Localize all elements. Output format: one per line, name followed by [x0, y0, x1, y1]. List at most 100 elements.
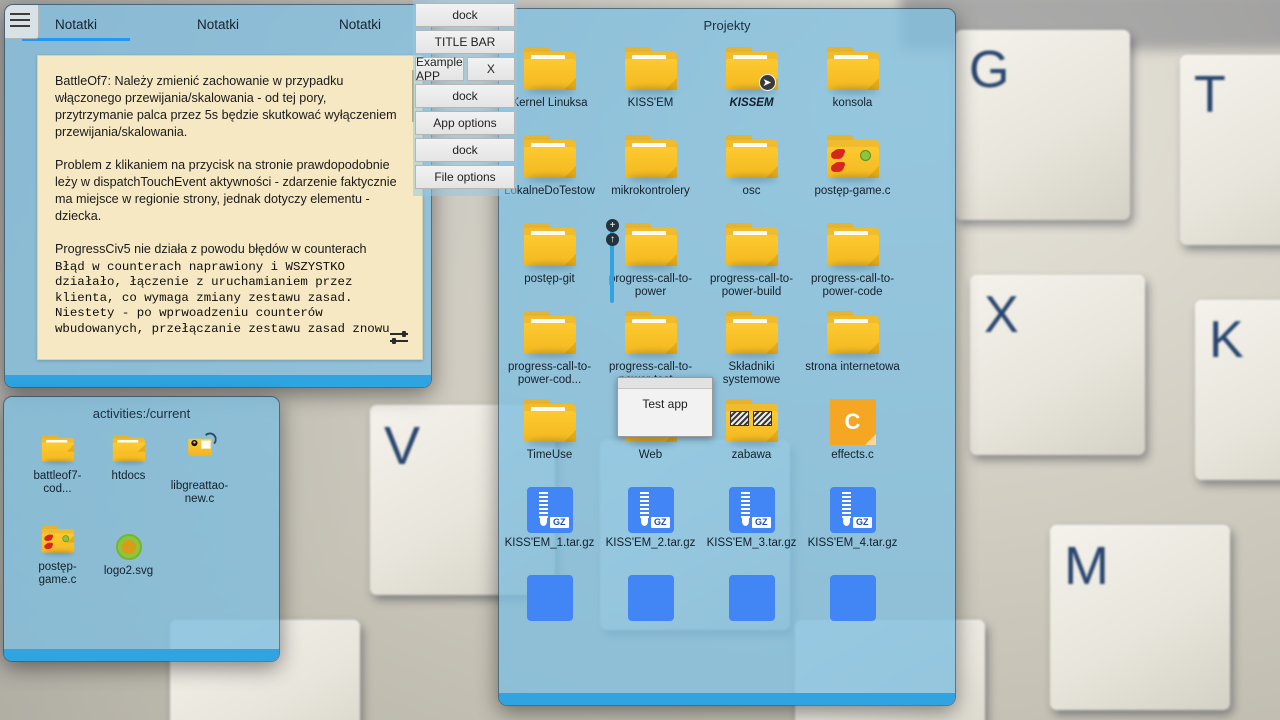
- archive-icon: [627, 575, 674, 621]
- hamburger-menu-icon[interactable]: [5, 5, 39, 39]
- file-item-kissem-1[interactable]: KISS'EM: [600, 41, 701, 129]
- file-grid-row: GZ KISS'EM_1.tar.gz GZ KISS'EM_2.tar.gz: [499, 481, 955, 569]
- file-options-button[interactable]: File options: [415, 165, 515, 189]
- file-item-kissem-1-targz[interactable]: GZ KISS'EM_1.tar.gz: [499, 481, 600, 569]
- test-app-titlebar[interactable]: [618, 378, 712, 389]
- test-app-window[interactable]: Test app: [617, 377, 713, 437]
- activities-window-title: activities:/current: [92, 406, 191, 421]
- file-label: strona internetowa: [805, 361, 900, 373]
- tab-notatki-3[interactable]: Notatki: [289, 17, 431, 41]
- file-item-zabawa[interactable]: zabawa: [701, 393, 802, 481]
- tab-label: Notatki: [338, 17, 382, 32]
- keyboard-key-m: M: [1050, 525, 1230, 710]
- file-label: logo2.svg: [103, 565, 154, 577]
- note-card[interactable]: BattleOf7: Należy zmienić zachowanie w p…: [37, 55, 423, 360]
- folder-icon: [522, 311, 578, 357]
- folder-icon: [111, 435, 146, 462]
- file-grid-row: Kernel Linuksa KISS'EM ➤ KISSEM konsola: [499, 41, 955, 129]
- file-grid-row: TimeUse Web zabawa C effects.c: [499, 393, 955, 481]
- file-label: progress-call-to-power-build: [709, 273, 794, 298]
- file-item-progress-call-to-power-cod[interactable]: progress-call-to-power-cod...: [499, 305, 600, 393]
- example-app-row: Example APP X: [415, 55, 515, 83]
- note-paragraph-1: BattleOf7: Należy zmienić zachowanie w p…: [55, 74, 401, 139]
- file-item-clipped-4[interactable]: [802, 569, 903, 657]
- file-label: effects.c: [831, 449, 874, 461]
- title-bar-button[interactable]: TITLE BAR: [415, 30, 515, 54]
- file-item-progress-call-to-power[interactable]: + ↑ progress-call-to-power: [600, 217, 701, 305]
- file-label: KISS'EM: [627, 97, 674, 109]
- file-item-strona-internetowa[interactable]: strona internetowa: [802, 305, 903, 393]
- file-item-konsola[interactable]: konsola: [802, 41, 903, 129]
- dock-button-1[interactable]: dock: [415, 3, 515, 27]
- c-file-glyph: C: [844, 409, 861, 434]
- folder-icon: [825, 223, 881, 269]
- folder-icon: [724, 311, 780, 357]
- plus-circle-icon[interactable]: +: [606, 219, 619, 232]
- activities-file-grid: battleof7-cod... htdocs libgreattao-new.…: [4, 429, 279, 587]
- file-label: Web: [638, 449, 663, 461]
- activity-item-battleof7[interactable]: battleof7-cod...: [22, 429, 93, 506]
- file-item-clipped-2[interactable]: [600, 569, 701, 657]
- folder-icon: [623, 135, 679, 181]
- svg-file-icon: [115, 534, 142, 560]
- file-item-timeuse[interactable]: TimeUse: [499, 393, 600, 481]
- folder-icon: [825, 311, 881, 357]
- file-label: KISS'EM_4.tar.gz: [807, 537, 898, 549]
- example-app-button[interactable]: Example APP: [415, 55, 464, 83]
- file-item-clipped-1[interactable]: [499, 569, 600, 657]
- arrow-up-circle-icon[interactable]: ↑: [606, 233, 619, 246]
- file-item-kissem-symlink[interactable]: ➤ KISSEM: [701, 41, 802, 129]
- folder-icon: [522, 135, 578, 181]
- file-grid-row: postęp-git + ↑ progress-call-to-power pr…: [499, 217, 955, 305]
- file-label: KISSEM: [729, 97, 774, 109]
- app-options-button[interactable]: App options: [415, 111, 515, 135]
- file-item-progress-call-to-power-build[interactable]: progress-call-to-power-build: [701, 217, 802, 305]
- file-item-progress-call-to-power-code[interactable]: progress-call-to-power-code: [802, 217, 903, 305]
- file-grid-row: progress-call-to-power-cod... progress-c…: [499, 305, 955, 393]
- file-label: KISS'EM_1.tar.gz: [504, 537, 595, 549]
- activity-item-postep-game-c[interactable]: postęp-game.c: [22, 520, 93, 587]
- file-item-kissem-3-targz[interactable]: GZ KISS'EM_3.tar.gz: [701, 481, 802, 569]
- folder-icon: [522, 47, 578, 93]
- file-label: KISS'EM_2.tar.gz: [605, 537, 696, 549]
- projekty-window[interactable]: Projekty Kernel Linuksa KISS'EM ➤ KISSEM…: [498, 8, 956, 706]
- file-grid-row-clipped: [499, 569, 955, 657]
- dock-button-3[interactable]: dock: [415, 138, 515, 162]
- activity-item-htdocs[interactable]: htdocs: [93, 429, 164, 506]
- file-label: postęp-game.c: [814, 185, 891, 197]
- file-item-kissem-4-targz[interactable]: GZ KISS'EM_4.tar.gz: [802, 481, 903, 569]
- dock-button-2[interactable]: dock: [415, 84, 515, 108]
- c-file-icon: C: [829, 399, 876, 445]
- projekty-window-title: Projekty: [703, 18, 751, 33]
- activities-window[interactable]: activities:/current battleof7-cod... htd…: [3, 396, 280, 662]
- tab-notatki-2[interactable]: Notatki: [147, 17, 289, 41]
- activity-item-libgreattao[interactable]: libgreattao-new.c: [164, 429, 235, 506]
- file-item-clipped-3[interactable]: [701, 569, 802, 657]
- folder-icon: [825, 47, 881, 93]
- file-item-skladniki-systemowe[interactable]: Składniki systemowe: [701, 305, 802, 393]
- file-label: zabawa: [731, 449, 772, 461]
- file-label: postęp-git: [524, 273, 575, 285]
- tab-label: Notatki: [196, 17, 240, 32]
- file-item-mikrokontrolery[interactable]: mikrokontrolery: [600, 129, 701, 217]
- activity-item-logo2-svg[interactable]: logo2.svg: [93, 520, 164, 587]
- archive-icon: GZ: [627, 487, 674, 533]
- file-item-osc[interactable]: osc: [701, 129, 802, 217]
- archive-icon: GZ: [526, 487, 573, 533]
- file-label: mikrokontrolery: [611, 185, 690, 197]
- projekty-file-grid: Kernel Linuksa KISS'EM ➤ KISSEM konsola …: [499, 41, 955, 705]
- notes-window[interactable]: Notatki Notatki Notatki BattleOf7: Należ…: [4, 4, 432, 388]
- folder-icon: [522, 399, 578, 445]
- archive-icon: GZ: [829, 487, 876, 533]
- file-label: battleof7-cod...: [33, 470, 82, 495]
- file-item-effects-c[interactable]: C effects.c: [802, 393, 903, 481]
- note-paragraph-3: ProgressCiv5 nie działa z powodu błędów …: [55, 242, 367, 256]
- close-icon[interactable]: X: [466, 57, 515, 81]
- file-item-kissem-2-targz[interactable]: GZ KISS'EM_2.tar.gz: [600, 481, 701, 569]
- activities-row: postęp-game.c logo2.svg: [4, 520, 279, 587]
- file-item-postep-game-c[interactable]: postęp-game.c: [802, 129, 903, 217]
- file-item-postep-git[interactable]: postęp-git: [499, 217, 600, 305]
- source-folder-icon: [825, 135, 881, 181]
- sliders-icon[interactable]: [390, 331, 408, 345]
- keyboard-key-t: T: [1180, 55, 1280, 245]
